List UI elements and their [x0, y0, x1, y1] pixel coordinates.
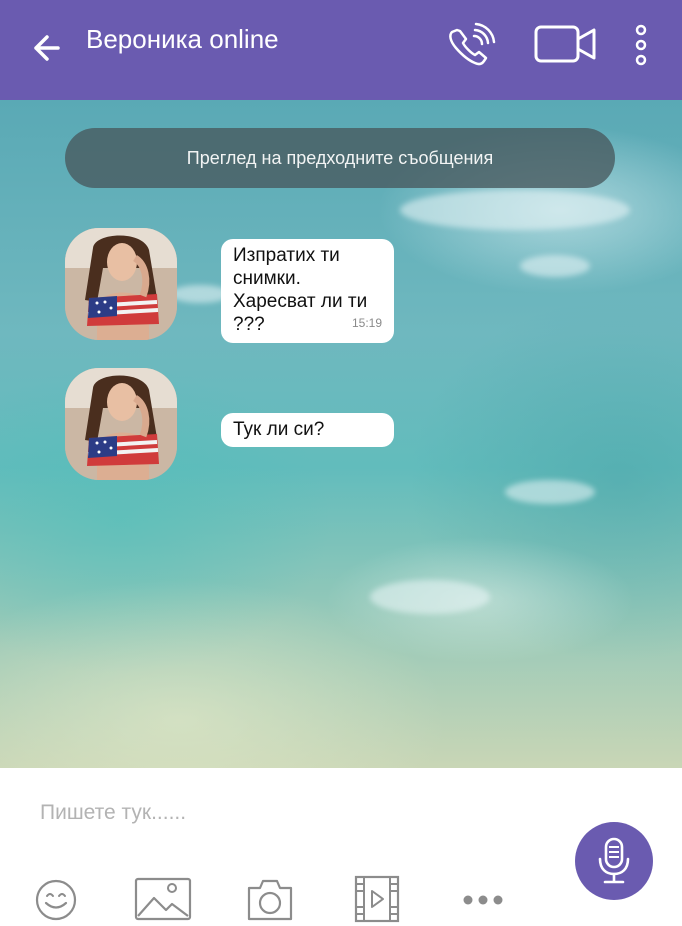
video-camera-icon [534, 25, 596, 63]
avatar-photo [65, 228, 177, 340]
back-button[interactable] [28, 27, 70, 69]
gallery-button[interactable] [134, 876, 192, 922]
message-composer [0, 768, 682, 926]
video-file-icon [354, 875, 400, 923]
video-attach-button[interactable] [354, 874, 400, 924]
contact-name-title: Вероника online [86, 24, 279, 54]
sky-cloud [370, 580, 490, 614]
contact-avatar[interactable] [65, 368, 177, 480]
message-timestamp: 15:19 [351, 316, 382, 330]
video-call-button[interactable] [532, 22, 598, 68]
incoming-message-bubble[interactable]: Изпратих ти снимки. Харесват ли ти ??? 1… [221, 239, 394, 343]
sky-cloud [400, 190, 630, 230]
camera-button[interactable] [246, 876, 294, 922]
load-previous-messages-button[interactable]: Преглед на предходните съобщения [65, 128, 615, 188]
camera-icon [247, 879, 293, 921]
incoming-message-bubble[interactable]: Тук ли си? [221, 413, 394, 447]
message-text: Тук ли си? [233, 419, 325, 440]
chat-header: Вероника online [0, 0, 682, 100]
vertical-dots-icon [635, 24, 647, 66]
sky-cloud [520, 255, 590, 277]
sky-cloud [505, 480, 595, 504]
image-icon [134, 877, 192, 921]
more-attachments-button[interactable] [460, 890, 506, 910]
arrow-left-icon [34, 35, 60, 61]
message-input[interactable] [40, 798, 540, 828]
more-options-button[interactable] [628, 22, 654, 70]
emoji-button[interactable] [34, 878, 78, 922]
chat-area: Преглед на предходните съобщения Изпрати… [0, 100, 682, 768]
avatar-photo [65, 368, 177, 480]
phone-call-icon [449, 22, 496, 66]
smiley-icon [35, 879, 77, 921]
voice-message-button[interactable] [575, 822, 653, 900]
more-dots-icon [463, 895, 503, 905]
microphone-icon [598, 837, 630, 884]
voice-call-button[interactable] [444, 22, 498, 72]
contact-avatar[interactable] [65, 228, 177, 340]
